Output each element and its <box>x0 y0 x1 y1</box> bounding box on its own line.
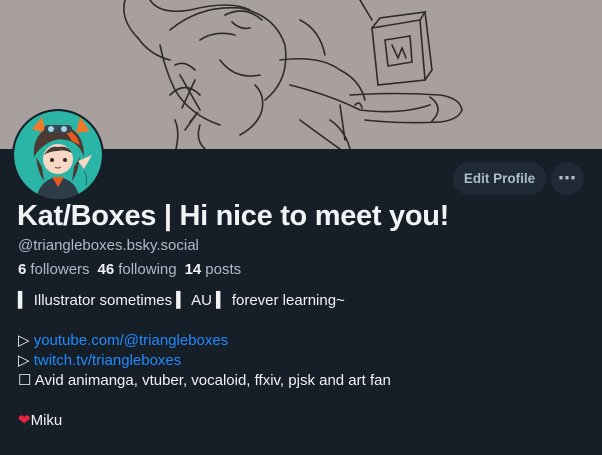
bio-blank-line <box>18 391 588 411</box>
bio-blank-line <box>18 311 588 331</box>
posts-stat: 14 posts <box>185 261 242 278</box>
profile-avatar[interactable] <box>12 109 104 201</box>
more-options-button[interactable]: ⋯ <box>551 162 584 195</box>
edit-profile-button[interactable]: Edit Profile <box>453 162 546 195</box>
heart-icon: ❤ <box>18 412 31 429</box>
followers-count: 6 <box>18 261 27 278</box>
twitch-link[interactable]: twitch.tv/triangleboxes <box>34 352 182 369</box>
profile-bio: ▍ Illustrator sometimes ▍ AU ▍ forever l… <box>18 291 588 431</box>
bio-line-twitch: ▷ twitch.tv/triangleboxes <box>18 351 588 371</box>
display-name: Kat/Boxes | Hi nice to meet you! <box>17 200 449 232</box>
profile-stats: 6 followers 46 following 14 posts <box>18 261 241 278</box>
triangle-icon: ▷ <box>18 332 34 349</box>
followers-stat[interactable]: 6 followers <box>18 261 90 278</box>
youtube-link[interactable]: youtube.com/@triangleboxes <box>34 332 229 349</box>
bio-miku-text: Miku <box>30 412 63 429</box>
avatar-image <box>14 111 102 199</box>
following-count: 46 <box>97 261 115 278</box>
ellipsis-icon: ⋯ <box>558 168 577 189</box>
bio-line-interests: ☐ Avid animanga, vtuber, vocaloid, ffxiv… <box>18 372 391 389</box>
followers-label: followers <box>30 261 90 278</box>
bio-line-miku: ❤Miku <box>18 411 588 431</box>
profile-handle: @triangleboxes.bsky.social <box>18 237 199 254</box>
following-label: following <box>118 261 177 278</box>
following-stat[interactable]: 46 following <box>98 261 177 278</box>
bio-line-intro: ▍ Illustrator sometimes ▍ AU ▍ forever l… <box>18 292 345 309</box>
triangle-icon: ▷ <box>18 352 34 369</box>
posts-label: posts <box>205 261 242 278</box>
bio-line-youtube: ▷ youtube.com/@triangleboxes <box>18 331 588 351</box>
posts-count: 14 <box>184 261 202 278</box>
